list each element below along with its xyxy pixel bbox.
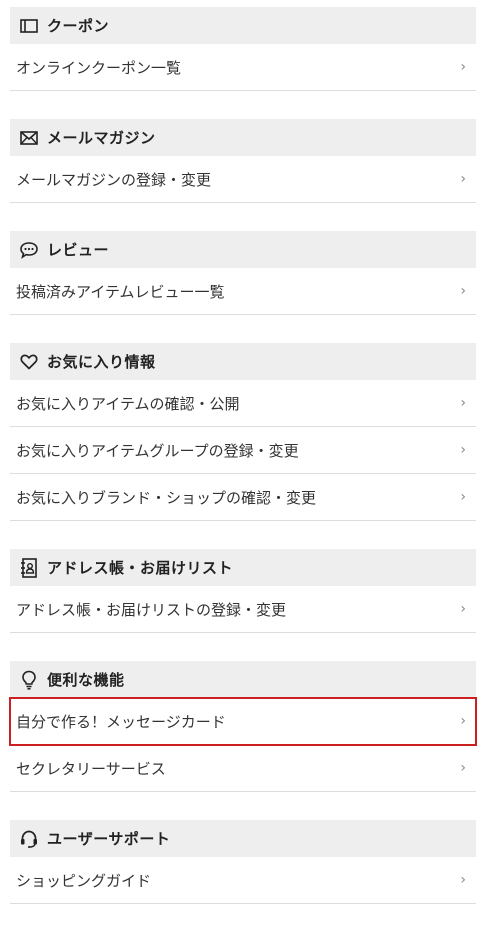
chevron-right-icon: › xyxy=(460,489,466,505)
menu-item-posted-reviews[interactable]: 投稿済みアイテムレビュー一覧 › xyxy=(10,268,476,315)
chevron-right-icon: › xyxy=(460,59,466,75)
chevron-right-icon: › xyxy=(460,601,466,617)
menu-item-label: ショッピングガイド xyxy=(16,871,152,890)
section-header: 便利な機能 xyxy=(10,661,476,698)
section-header: メールマガジン xyxy=(10,119,476,156)
chevron-right-icon: › xyxy=(460,713,466,729)
menu-item-favorite-items[interactable]: お気に入りアイテムの確認・公開 › xyxy=(10,380,476,427)
menu-item-label: お気に入りアイテムの確認・公開 xyxy=(16,394,240,413)
section-title: ユーザーサポート xyxy=(47,830,171,848)
headset-icon xyxy=(19,829,39,849)
section-header: アドレス帳・お届けリスト xyxy=(10,549,476,586)
menu-item-label: 自分で作る！メッセージカード xyxy=(16,712,226,731)
heart-icon xyxy=(19,352,39,372)
mail-icon xyxy=(19,128,39,148)
menu-item-mail-magazine-settings[interactable]: メールマガジンの登録・変更 › xyxy=(10,156,476,203)
menu-item-label: お気に入りアイテムグループの登録・変更 xyxy=(16,441,299,460)
menu-item-address-book-settings[interactable]: アドレス帳・お届けリストの登録・変更 › xyxy=(10,586,476,633)
section-header: ユーザーサポート xyxy=(10,820,476,857)
section-review: レビュー 投稿済みアイテムレビュー一覧 › xyxy=(10,231,476,315)
section-useful-features: 便利な機能 自分で作る！メッセージカード › セクレタリーサービス › xyxy=(9,661,477,792)
menu-item-label: 投稿済みアイテムレビュー一覧 xyxy=(16,282,225,301)
section-header: レビュー xyxy=(10,231,476,268)
lightbulb-icon xyxy=(19,670,39,690)
section-coupon: クーポン オンラインクーポン一覧 › xyxy=(10,7,476,91)
menu-item-favorite-brands-shops[interactable]: お気に入りブランド・ショップの確認・変更 › xyxy=(10,474,476,521)
section-title: クーポン xyxy=(47,17,110,35)
menu-item-message-card[interactable]: 自分で作る！メッセージカード › xyxy=(9,697,477,746)
chevron-right-icon: › xyxy=(460,171,466,187)
menu-item-label: アドレス帳・お届けリストの登録・変更 xyxy=(16,600,287,619)
menu-item-label: オンラインクーポン一覧 xyxy=(16,58,182,77)
speech-bubble-icon xyxy=(19,240,39,260)
section-user-support: ユーザーサポート ショッピングガイド › xyxy=(10,820,476,904)
chevron-right-icon: › xyxy=(460,760,466,776)
section-favorites: お気に入り情報 お気に入りアイテムの確認・公開 › お気に入りアイテムグループの… xyxy=(10,343,476,521)
chevron-right-icon: › xyxy=(460,442,466,458)
section-title: メールマガジン xyxy=(47,129,156,147)
menu-item-online-coupons[interactable]: オンラインクーポン一覧 › xyxy=(10,44,476,91)
section-title: アドレス帳・お届けリスト xyxy=(47,559,234,577)
menu-item-label: セクレタリーサービス xyxy=(16,759,166,778)
menu-item-shopping-guide[interactable]: ショッピングガイド › xyxy=(10,857,476,904)
chevron-right-icon: › xyxy=(460,283,466,299)
address-book-icon xyxy=(19,557,39,578)
section-title: レビュー xyxy=(47,241,110,259)
menu-item-label: メールマガジンの登録・変更 xyxy=(16,170,212,189)
section-address-book: アドレス帳・お届けリスト アドレス帳・お届けリストの登録・変更 › xyxy=(10,549,476,633)
menu-item-secretary-service[interactable]: セクレタリーサービス › xyxy=(10,745,476,792)
section-title: 便利な機能 xyxy=(47,671,125,689)
chevron-right-icon: › xyxy=(460,872,466,888)
settings-menu: クーポン オンラインクーポン一覧 › メールマガジン メールマガジンの登録・変更… xyxy=(9,7,477,932)
ticket-icon xyxy=(19,16,39,36)
menu-item-label: お気に入りブランド・ショップの確認・変更 xyxy=(16,488,317,507)
section-title: お気に入り情報 xyxy=(47,353,156,371)
menu-item-favorite-item-groups[interactable]: お気に入りアイテムグループの登録・変更 › xyxy=(10,427,476,474)
section-header: クーポン xyxy=(10,7,476,44)
section-header: お気に入り情報 xyxy=(10,343,476,380)
section-mail-magazine: メールマガジン メールマガジンの登録・変更 › xyxy=(10,119,476,203)
chevron-right-icon: › xyxy=(460,395,466,411)
